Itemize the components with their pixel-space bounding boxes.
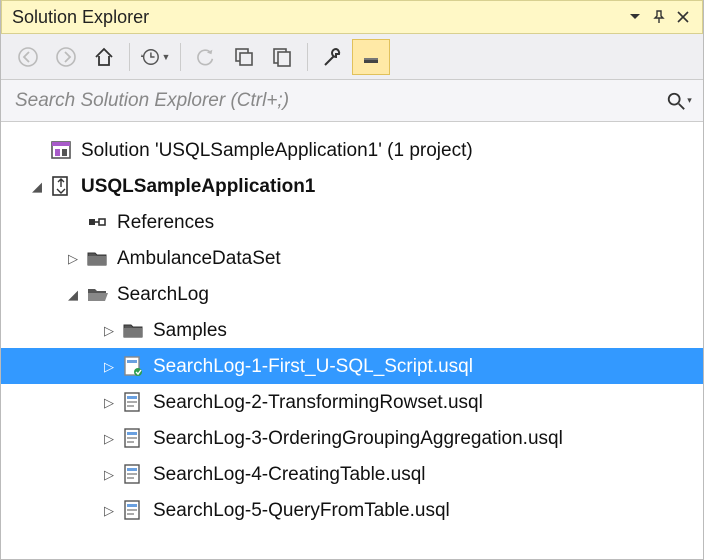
refresh-button[interactable]: [187, 39, 225, 75]
file-node[interactable]: ▷ SearchLog-5-QueryFromTable.usql: [1, 492, 703, 528]
forward-button[interactable]: [47, 39, 85, 75]
usql-file-icon: [121, 354, 145, 378]
properties-button[interactable]: [314, 39, 352, 75]
node-label: SearchLog-1-First_U-SQL_Script.usql: [153, 357, 473, 376]
node-label: AmbulanceDataSet: [117, 249, 281, 268]
expander-icon[interactable]: ◢: [65, 288, 81, 301]
node-label: SearchLog-5-QueryFromTable.usql: [153, 501, 450, 520]
toolbar: ▼: [1, 34, 703, 80]
project-icon: [49, 174, 73, 198]
expander-icon[interactable]: ▷: [101, 396, 117, 409]
file-node[interactable]: ▷ SearchLog-3-OrderingGroupingAggregatio…: [1, 420, 703, 456]
usql-file-icon: [121, 390, 145, 414]
node-label: SearchLog-4-CreatingTable.usql: [153, 465, 426, 484]
chevron-down-icon: ▾: [687, 95, 692, 106]
window-options-icon[interactable]: [624, 6, 646, 28]
node-label: References: [117, 213, 214, 232]
back-button[interactable]: [9, 39, 47, 75]
solution-icon: [49, 138, 73, 162]
preview-button[interactable]: [352, 39, 390, 75]
folder-node-searchlog[interactable]: ◢ SearchLog: [1, 276, 703, 312]
close-icon[interactable]: [672, 6, 694, 28]
folder-node-samples[interactable]: ▷ Samples: [1, 312, 703, 348]
expander-icon[interactable]: ▷: [101, 432, 117, 445]
show-all-files-button[interactable]: [263, 39, 301, 75]
node-label: SearchLog-2-TransformingRowset.usql: [153, 393, 483, 412]
usql-file-icon: [121, 462, 145, 486]
toolbar-separator: [307, 43, 308, 71]
panel-titlebar: Solution Explorer: [1, 0, 703, 34]
expander-icon[interactable]: ▷: [101, 468, 117, 481]
tree-view: ▶ Solution 'USQLSampleApplication1' (1 p…: [1, 122, 703, 528]
folder-node-ambulance[interactable]: ▷ AmbulanceDataSet: [1, 240, 703, 276]
references-node[interactable]: ▶ References: [1, 204, 703, 240]
node-label: USQLSampleApplication1: [81, 177, 315, 196]
pin-icon[interactable]: [648, 6, 670, 28]
project-node[interactable]: ◢ USQLSampleApplication1: [1, 168, 703, 204]
history-button[interactable]: ▼: [136, 39, 174, 75]
file-node[interactable]: ▷ SearchLog-4-CreatingTable.usql: [1, 456, 703, 492]
folder-icon: [85, 246, 109, 270]
node-label: Samples: [153, 321, 227, 340]
file-node[interactable]: ▷ SearchLog-1-First_U-SQL_Script.usql: [1, 348, 703, 384]
folder-open-icon: [85, 282, 109, 306]
expander-icon[interactable]: ▷: [101, 504, 117, 517]
panel-title: Solution Explorer: [12, 7, 622, 28]
toolbar-separator: [129, 43, 130, 71]
search-input[interactable]: [13, 89, 663, 113]
expander-icon[interactable]: ▷: [101, 360, 117, 373]
search-bar: ▾: [1, 80, 703, 122]
search-button[interactable]: ▾: [663, 85, 695, 117]
node-label: SearchLog-3-OrderingGroupingAggregation.…: [153, 429, 563, 448]
usql-file-icon: [121, 498, 145, 522]
collapse-all-button[interactable]: [225, 39, 263, 75]
expander-icon[interactable]: ◢: [29, 180, 45, 193]
references-icon: [85, 210, 109, 234]
file-node[interactable]: ▷ SearchLog-2-TransformingRowset.usql: [1, 384, 703, 420]
toolbar-separator: [180, 43, 181, 71]
home-button[interactable]: [85, 39, 123, 75]
node-label: Solution 'USQLSampleApplication1' (1 pro…: [81, 141, 473, 160]
expander-icon[interactable]: ▷: [65, 252, 81, 265]
folder-icon: [121, 318, 145, 342]
chevron-down-icon: ▼: [162, 52, 171, 62]
expander-icon[interactable]: ▷: [101, 324, 117, 337]
solution-node[interactable]: ▶ Solution 'USQLSampleApplication1' (1 p…: [1, 132, 703, 168]
node-label: SearchLog: [117, 285, 209, 304]
usql-file-icon: [121, 426, 145, 450]
